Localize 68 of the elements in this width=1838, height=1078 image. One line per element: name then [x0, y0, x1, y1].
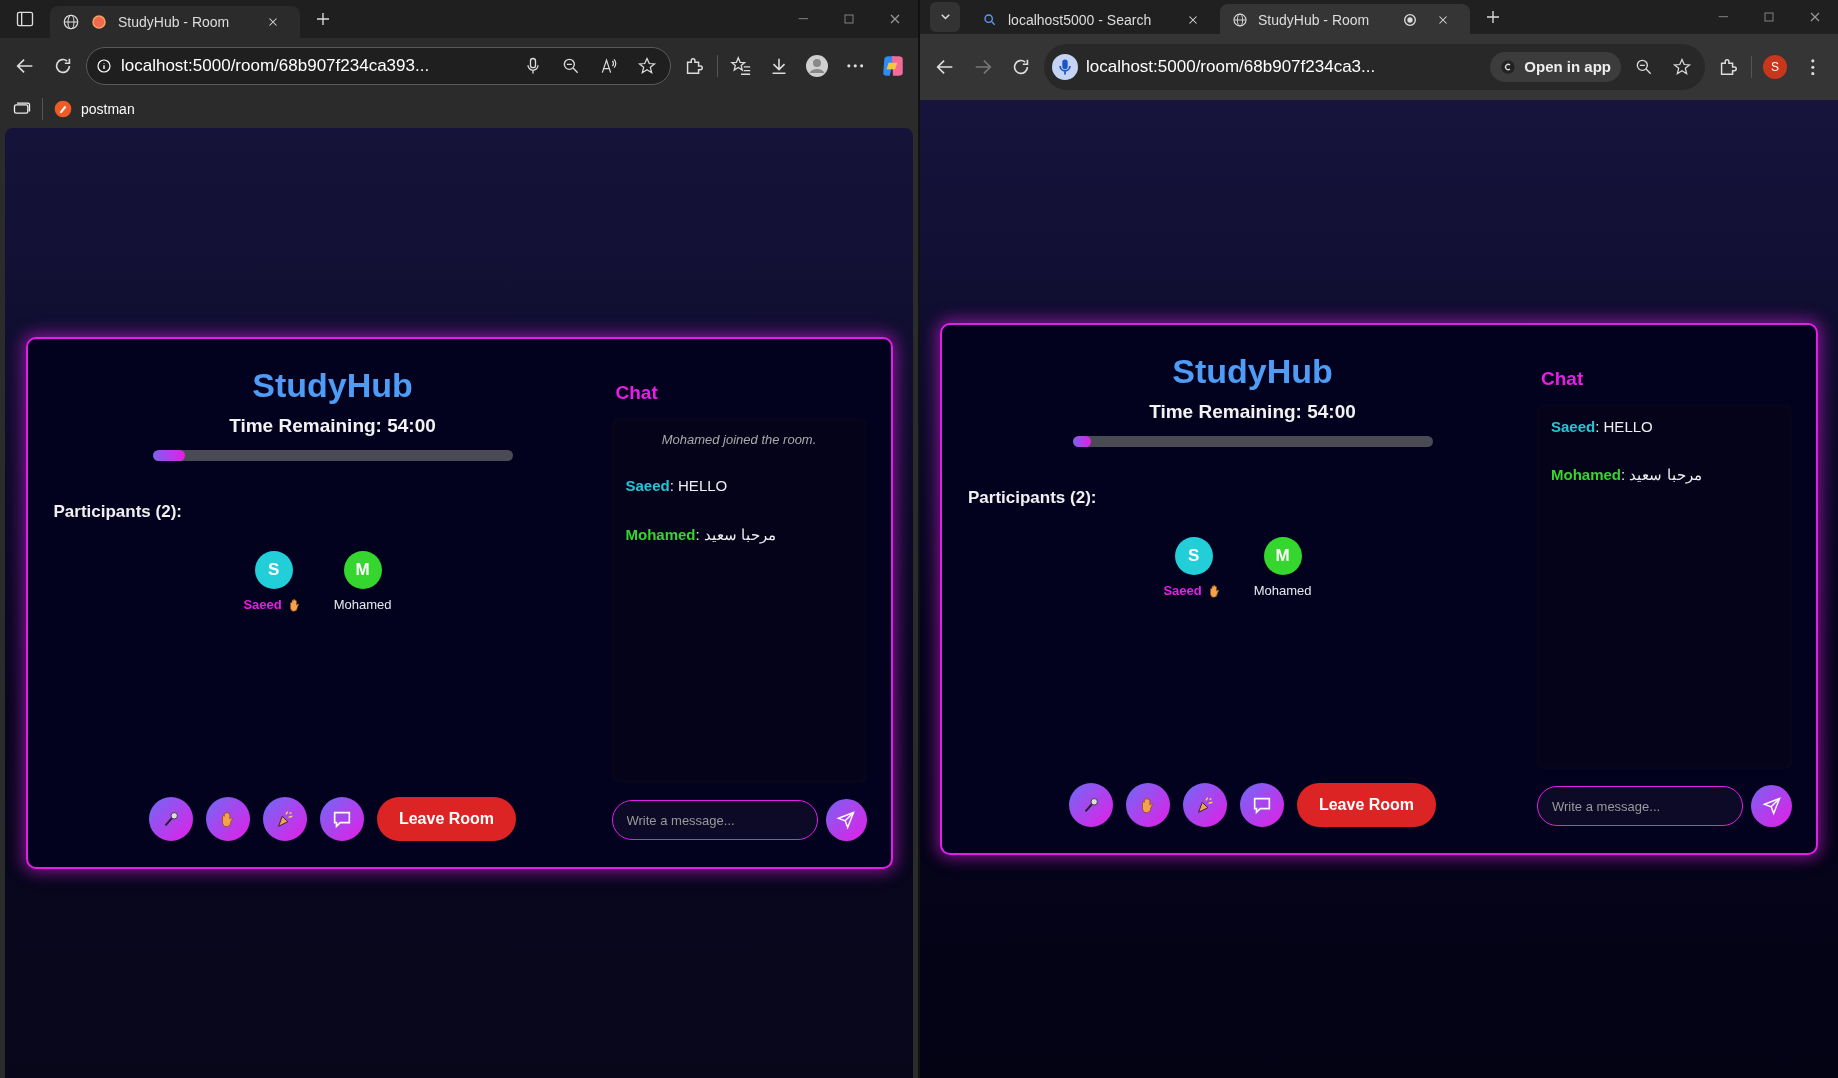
celebrate-button[interactable]: [1182, 783, 1227, 827]
chat-toggle-button[interactable]: [319, 797, 364, 841]
microphone-button[interactable]: [1068, 783, 1113, 827]
info-icon: [95, 57, 113, 75]
tab-search-button[interactable]: [930, 2, 960, 32]
maximize-icon: [841, 11, 857, 27]
participant-avatar: M: [343, 550, 382, 589]
assistant-icon: [880, 53, 906, 79]
tab-title: StudyHub - Room: [118, 12, 231, 32]
message-input[interactable]: Write a message...: [611, 800, 818, 840]
raise-hand-button[interactable]: [1125, 783, 1170, 827]
send-button[interactable]: [1751, 785, 1792, 827]
plus-icon: [1484, 8, 1502, 26]
send-icon: [836, 810, 856, 830]
chat-message: Saeed: HELLO: [1551, 416, 1654, 437]
chat-toggle-button[interactable]: [1239, 783, 1284, 827]
celebrate-button[interactable]: [262, 797, 307, 841]
profile-avatar-icon: [805, 54, 829, 78]
participants-heading: Participants (2):: [53, 501, 182, 524]
participant-avatar: S: [1174, 536, 1213, 575]
microphone-icon: [1052, 54, 1078, 80]
participant-name: Saeed: [1163, 581, 1202, 600]
favorites-icon: [730, 55, 752, 77]
participant-name: Saeed: [243, 595, 282, 614]
send-icon: [1761, 796, 1782, 816]
globe-icon: [62, 13, 80, 31]
send-button[interactable]: [825, 799, 867, 841]
zoom-out-icon: [1634, 57, 1654, 77]
participant-name: Mohamed: [333, 595, 392, 614]
microphone-button[interactable]: [148, 797, 193, 841]
search-icon: [982, 12, 998, 28]
bookmark-icon: [53, 99, 73, 119]
participants-heading: Participants (2):: [968, 487, 1097, 510]
url-text: localhost:5000/room/68b907f234ca393...: [121, 55, 431, 78]
address-bar[interactable]: localhost:5000/room/68b907f234ca393...: [86, 47, 671, 85]
site-icon: [90, 13, 108, 31]
caret-icon: [940, 14, 950, 20]
maximize-icon: [1761, 9, 1777, 25]
browser-tab[interactable]: localhost5000 - Search: [970, 4, 1220, 36]
recording-icon: [1402, 12, 1418, 28]
participant-avatar: M: [1263, 536, 1302, 575]
timer-text: Time Remaining: 54:00: [1149, 399, 1356, 424]
browser-tab[interactable]: StudyHub - Room: [1220, 4, 1470, 36]
app-icon: [1500, 59, 1517, 75]
bookmark-link[interactable]: postman: [53, 98, 135, 120]
globe-icon: [1232, 12, 1248, 28]
raise-hand-button[interactable]: [205, 797, 250, 841]
tab-title: localhost5000 - Search: [1008, 10, 1153, 30]
chat-message: Saeed: HELLO: [625, 476, 729, 496]
address-bar[interactable]: localhost:5000/room/68b907f234ca3... Open in app: [1044, 44, 1705, 90]
tab-title: StudyHub - Room: [1258, 10, 1371, 30]
plus-icon: [314, 10, 332, 28]
chat-title: Chat: [1541, 367, 1585, 391]
app-title: StudyHub: [252, 365, 413, 406]
minimize-icon: [1717, 16, 1729, 18]
browser-tab[interactable]: StudyHub - Room: [50, 6, 300, 38]
system-message: Mohamed joined the room.: [660, 430, 818, 449]
message-input[interactable]: Write a message...: [1537, 786, 1743, 826]
timer-text: Time Remaining: 54:00: [229, 413, 436, 438]
app-title: StudyHub: [1172, 351, 1333, 392]
url-text: localhost:5000/room/68b907f234ca3...: [1086, 56, 1377, 79]
leave-room-button[interactable]: Leave Room: [1296, 783, 1437, 827]
participant-avatar: S: [254, 550, 293, 589]
leave-room-button[interactable]: Leave Room: [376, 797, 517, 841]
minimize-icon: [797, 18, 809, 20]
participant-name: Mohamed: [1253, 581, 1312, 600]
open-in-app-button[interactable]: Open in app: [1490, 52, 1621, 82]
chat-title: Chat: [615, 381, 659, 405]
